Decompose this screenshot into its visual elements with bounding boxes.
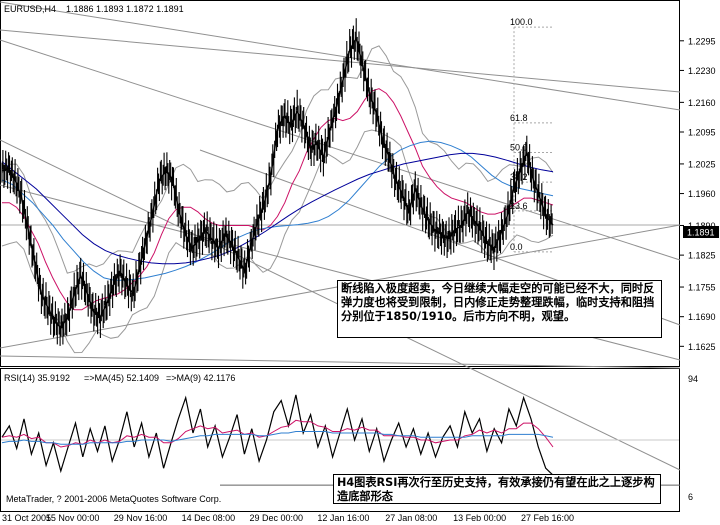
rsi-ma45-label: =>MA(45) 52.1409 bbox=[84, 373, 159, 383]
main-annotation-box: 断线陷入极度超卖，今日继续大幅走空的可能已经不大，同时反弹力度也将受到限制，日内… bbox=[337, 280, 662, 338]
y-tick-label: 1.2295 bbox=[688, 36, 716, 46]
y-tick-label: 1.1625 bbox=[688, 342, 716, 352]
x-tick-label: 27 Feb 16:00 bbox=[521, 513, 574, 523]
x-tick-label: 12 Jan 16:00 bbox=[317, 513, 369, 523]
y-tick-label: 1.2095 bbox=[688, 128, 716, 138]
ohlc-label: 1.1886 1.1893 1.1872 1.1891 bbox=[66, 4, 184, 14]
x-axis: 31 Oct 200515 Nov 00:00 29 Nov 16:00 14 De… bbox=[2, 513, 574, 523]
x-tick-label: 13 Feb 00:00 bbox=[453, 513, 506, 523]
x-tick-label: 15 Nov 00:00 bbox=[46, 513, 100, 523]
chart-canvas: 100.061.850.038.223.60.0 1.22951.22301.2… bbox=[0, 0, 719, 523]
symbol-label: EURUSD,H4 bbox=[4, 4, 56, 14]
fib-level-label: 100.0 bbox=[510, 17, 533, 27]
y-tick-label: 1.1755 bbox=[688, 283, 716, 293]
fib-level-label: 50.0 bbox=[510, 143, 528, 153]
y-tick-label: 1.1690 bbox=[688, 312, 716, 322]
fib-level-label: 61.8 bbox=[510, 113, 528, 123]
rsi-y-tick-label: 6 bbox=[688, 492, 693, 502]
rsi-y-tick-label: 94 bbox=[688, 374, 698, 384]
main-y-axis: 1.2295 1.2230 1.2160 1.2095 1.2025 1.1960 1.18… bbox=[680, 36, 716, 352]
y-tick-label: 1.2230 bbox=[688, 66, 716, 76]
y-tick-label: 1.1825 bbox=[688, 251, 716, 261]
y-tick-label: 1.2025 bbox=[688, 159, 716, 169]
x-tick-label: 29 Dec 00:00 bbox=[250, 513, 304, 523]
rsi-annotation-box: H4图表RSI再次行至历史支持，有效承接仍有望在此之上逐步构造底部形态 bbox=[333, 474, 661, 504]
rsi-label: RSI(14) 35.9192 bbox=[4, 373, 70, 383]
watermark: MetaTrader, ? 2001-2006 MetaQuotes Softw… bbox=[6, 494, 221, 504]
current-price-label: 1.1891 bbox=[687, 228, 715, 238]
x-tick-label: 31 Oct 2005 bbox=[2, 513, 51, 523]
x-tick-label: 29 Nov 16:00 bbox=[114, 513, 168, 523]
rsi-ma9-label: =>MA(9) 42.1176 bbox=[166, 373, 235, 383]
y-tick-label: 1.2160 bbox=[688, 98, 716, 108]
x-tick-label: 27 Jan 08:00 bbox=[385, 513, 437, 523]
y-tick-label: 1.1960 bbox=[688, 189, 716, 199]
rsi-y-axis: 94 6 bbox=[688, 374, 698, 502]
fib-level-label: 0.0 bbox=[510, 242, 523, 252]
x-tick-label: 14 Dec 08:00 bbox=[182, 513, 236, 523]
